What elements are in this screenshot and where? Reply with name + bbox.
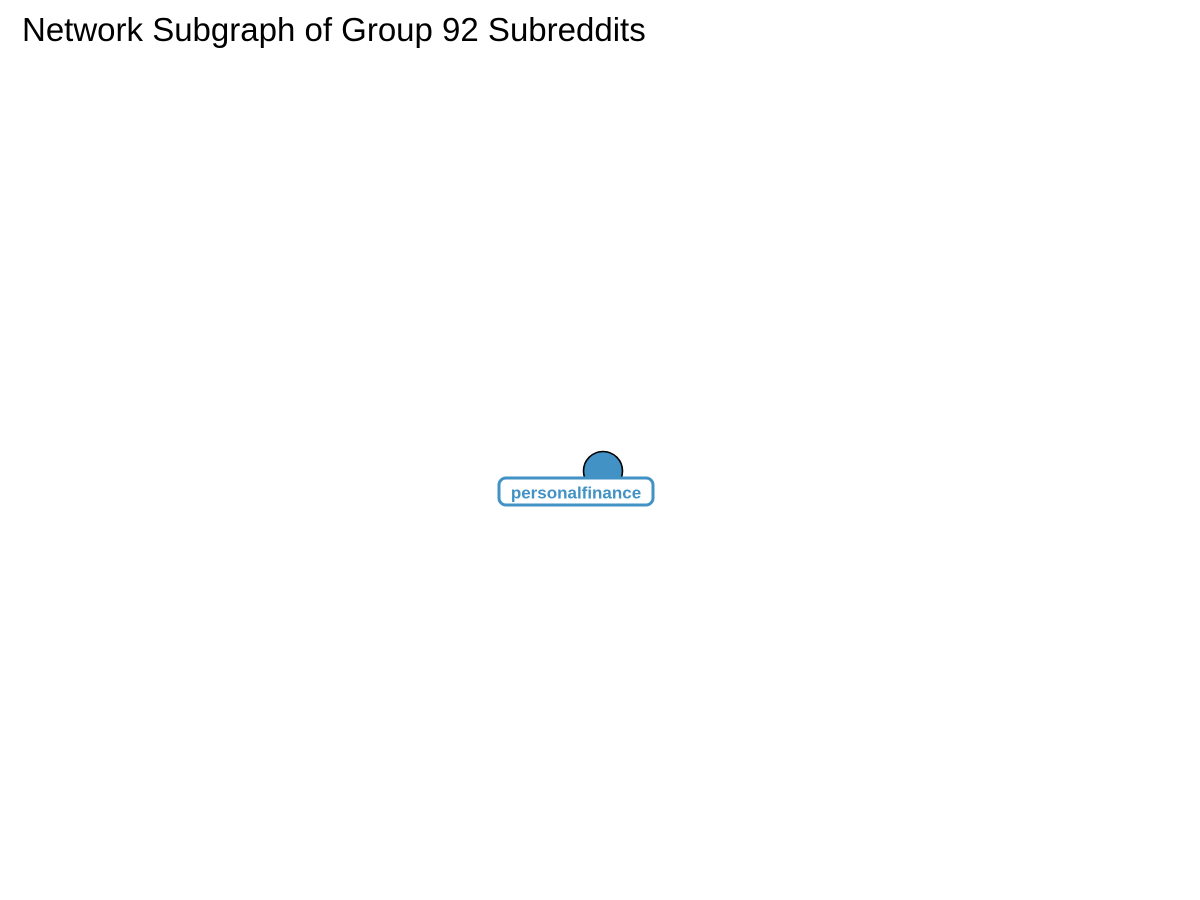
node-label-text: personalfinance — [511, 484, 641, 503]
diagram-canvas: Network Subgraph of Group 92 Subreddits … — [0, 0, 1200, 900]
node-label: personalfinance — [497, 476, 655, 507]
network-graph: personalfinance — [497, 450, 655, 507]
